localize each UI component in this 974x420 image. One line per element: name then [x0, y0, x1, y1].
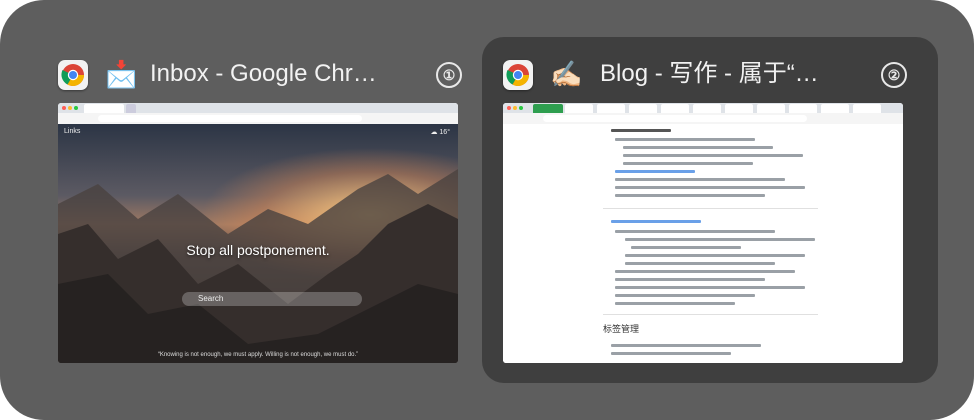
footer-quote: “Knowing is not enough, we must apply. W…	[157, 352, 359, 358]
chrome-icon	[58, 60, 88, 90]
window-number-badge: ①	[436, 62, 462, 88]
search-input[interactable]: Search	[182, 292, 362, 306]
window-title: Blog - 写作 - 属于“…	[600, 60, 819, 87]
wallpaper-image: Links ☁ 16° Stop all postponement. Searc…	[58, 124, 458, 363]
window-card-header: 📩 Inbox - Google Chr… ①	[58, 56, 462, 94]
window-preview[interactable]: 标签管理	[503, 103, 903, 363]
weather-widget: ☁ 16°	[430, 129, 450, 136]
window-number-badge: ②	[881, 62, 907, 88]
browser-tab-bar	[503, 103, 903, 113]
chrome-icon	[503, 60, 533, 90]
writing-hand-icon: ✍🏻	[550, 59, 583, 89]
window-card-inbox[interactable]: 📩 Inbox - Google Chr… ① Links ☁ 16° Stop…	[58, 56, 462, 363]
document-page: 标签管理	[503, 124, 903, 363]
app-switcher: 📩 Inbox - Google Chr… ① Links ☁ 16° Stop…	[0, 0, 974, 420]
window-preview[interactable]: Links ☁ 16° Stop all postponement. Searc…	[58, 103, 458, 363]
focus-quote: Stop all postponement.	[186, 242, 330, 258]
window-card-blog[interactable]: ✍🏻 Blog - 写作 - 属于“… ② 标签管理	[503, 56, 907, 363]
inbox-tray-icon: 📩	[105, 59, 138, 89]
window-title: Inbox - Google Chr…	[150, 60, 377, 87]
section-heading: 标签管理	[603, 324, 640, 334]
browser-tab-bar	[58, 103, 458, 113]
window-card-header: ✍🏻 Blog - 写作 - 属于“… ②	[503, 56, 907, 94]
links-label: Links	[64, 128, 81, 135]
